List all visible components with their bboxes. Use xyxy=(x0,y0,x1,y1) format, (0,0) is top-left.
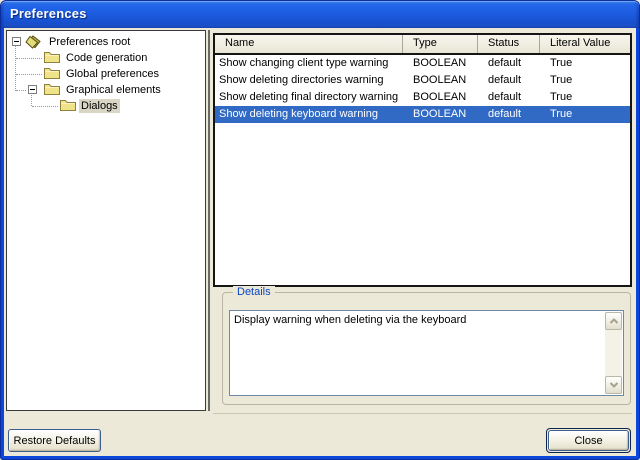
tree-item-label: Graphical elements xyxy=(64,83,163,97)
cell-literal-value: True xyxy=(540,72,630,89)
cell-type: BOOLEAN xyxy=(403,55,478,72)
cell-literal-value: True xyxy=(540,106,630,123)
folder-icon xyxy=(60,99,77,113)
details-group: Details Display warning when deleting vi… xyxy=(222,292,631,405)
dialog-body: Preferences root Code generation xyxy=(4,28,636,456)
panel-splitter[interactable] xyxy=(208,30,210,411)
tree-item-code-generation[interactable]: Code generation xyxy=(8,50,204,66)
table-row[interactable]: Show changing client type warning BOOLEA… xyxy=(215,55,630,72)
details-text: Display warning when deleting via the ke… xyxy=(234,313,601,327)
cell-name: Show changing client type warning xyxy=(215,55,403,72)
tree-item-label: Preferences root xyxy=(47,35,132,49)
panel-divider xyxy=(213,413,632,414)
cell-type: BOOLEAN xyxy=(403,89,478,106)
close-button-focus-ring: Close xyxy=(546,428,631,453)
collapse-toggle-icon[interactable] xyxy=(28,85,37,94)
cell-literal-value: True xyxy=(540,89,630,106)
details-scrollbar[interactable] xyxy=(605,312,622,394)
close-button[interactable]: Close xyxy=(548,430,629,451)
cell-status: default xyxy=(478,72,540,89)
tree-item-dialogs[interactable]: Dialogs xyxy=(8,98,204,114)
cell-literal-value: True xyxy=(540,55,630,72)
cell-name: Show deleting keyboard warning xyxy=(215,106,403,123)
restore-defaults-button[interactable]: Restore Defaults xyxy=(8,429,101,452)
cell-status: default xyxy=(478,106,540,123)
table-row-selected[interactable]: Show deleting keyboard warning BOOLEAN d… xyxy=(215,106,630,123)
scroll-up-button[interactable] xyxy=(605,312,622,330)
column-header-type[interactable]: Type xyxy=(403,35,478,53)
folder-icon xyxy=(44,67,61,81)
folder-icon xyxy=(44,51,61,65)
folder-icon xyxy=(44,83,61,97)
preferences-root-icon xyxy=(25,35,42,49)
column-header-name[interactable]: Name xyxy=(215,35,403,53)
preferences-dialog: Preferences Preferences root xyxy=(0,0,640,460)
table-row[interactable]: Show deleting directories warning BOOLEA… xyxy=(215,72,630,89)
column-header-status[interactable]: Status xyxy=(478,35,540,53)
tree-item-global-preferences[interactable]: Global preferences xyxy=(8,66,204,82)
properties-table: Name Type Status Literal Value Show chan… xyxy=(213,33,632,287)
cell-name: Show deleting final directory warning xyxy=(215,89,403,106)
column-header-literal-value[interactable]: Literal Value xyxy=(540,35,630,53)
collapse-toggle-icon[interactable] xyxy=(12,37,21,46)
window-title: Preferences xyxy=(10,6,87,21)
tree-item-label: Global preferences xyxy=(64,67,161,81)
table-row[interactable]: Show deleting final directory warning BO… xyxy=(215,89,630,106)
details-text-area[interactable]: Display warning when deleting via the ke… xyxy=(229,310,624,396)
cell-name: Show deleting directories warning xyxy=(215,72,403,89)
table-header: Name Type Status Literal Value xyxy=(215,35,630,53)
titlebar[interactable]: Preferences xyxy=(1,1,639,28)
tree-item-preferences-root[interactable]: Preferences root xyxy=(8,34,204,50)
cell-type: BOOLEAN xyxy=(403,72,478,89)
details-group-label: Details xyxy=(233,286,275,299)
tree-item-graphical-elements[interactable]: Graphical elements xyxy=(8,82,204,98)
chevron-up-icon xyxy=(608,316,620,326)
tree-item-label: Code generation xyxy=(64,51,149,65)
cell-type: BOOLEAN xyxy=(403,106,478,123)
chevron-down-icon xyxy=(608,380,620,390)
scroll-down-button[interactable] xyxy=(605,376,622,394)
preferences-tree: Preferences root Code generation xyxy=(6,30,206,411)
cell-status: default xyxy=(478,89,540,106)
cell-status: default xyxy=(478,55,540,72)
tree-item-label: Dialogs xyxy=(79,99,120,113)
